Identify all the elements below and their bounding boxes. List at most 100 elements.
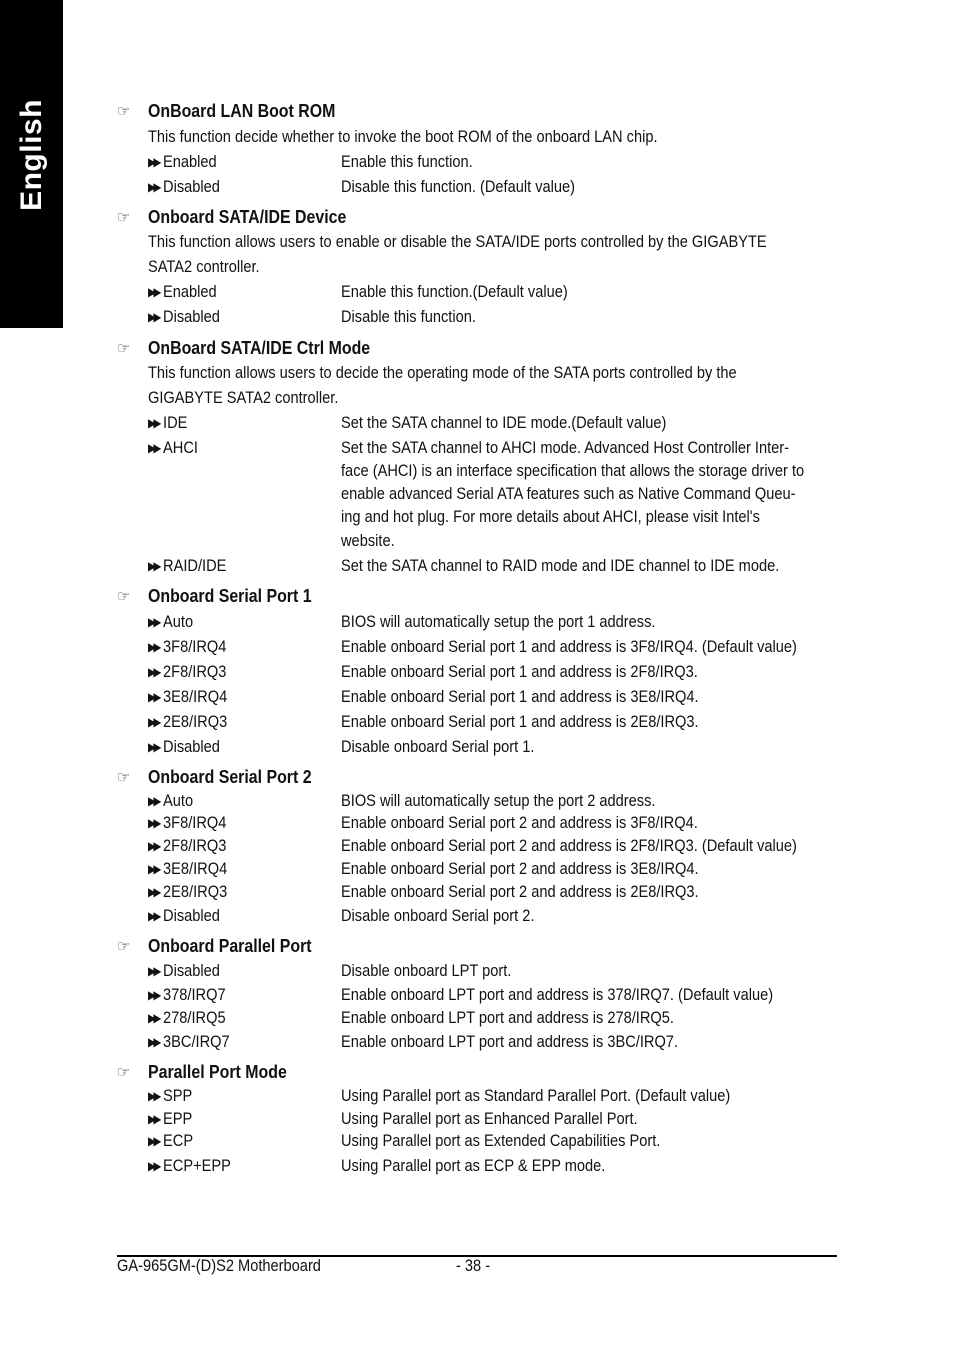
option-name: Enabled xyxy=(163,152,217,171)
option-description: Enable onboard Serial port 1 and address… xyxy=(341,662,698,681)
double-arrow-icon: ▶▶ xyxy=(148,1112,161,1126)
option-name: RAID/IDE xyxy=(163,556,227,575)
option-item: ▶▶ Enabled xyxy=(148,152,217,172)
option-description: Using Parallel port as Extended Capabili… xyxy=(341,1131,661,1150)
option-description: Using Parallel port as Standard Parallel… xyxy=(341,1086,731,1105)
option-name: SPP xyxy=(163,1086,193,1105)
section-description: SATA2 controller. xyxy=(148,257,260,276)
option-item: ▶▶ 2F8/IRQ3 xyxy=(148,662,226,682)
section-title: OnBoard LAN Boot ROM xyxy=(148,100,336,121)
pointing-hand-icon: ☞ xyxy=(117,103,131,120)
double-arrow-icon: ▶▶ xyxy=(148,839,161,853)
option-item: ▶▶ Disabled xyxy=(148,177,220,197)
option-description: website. xyxy=(341,531,395,550)
option-item: ▶▶ Disabled xyxy=(148,737,220,757)
option-name: Enabled xyxy=(163,282,217,301)
option-item: ▶▶ 3BC/IRQ7 xyxy=(148,1032,230,1052)
option-item: ▶▶ 278/IRQ5 xyxy=(148,1008,226,1028)
option-name: Disabled xyxy=(163,737,220,756)
option-description: Disable onboard Serial port 2. xyxy=(341,906,535,925)
option-item: ▶▶ Disabled xyxy=(148,961,220,981)
option-description: ing and hot plug. For more details about… xyxy=(341,507,760,526)
option-name: 378/IRQ7 xyxy=(163,985,226,1004)
option-description: Enable this function.(Default value) xyxy=(341,282,568,301)
option-name: AHCI xyxy=(163,438,198,457)
double-arrow-icon: ▶▶ xyxy=(148,909,161,923)
option-description: Enable onboard Serial port 1 and address… xyxy=(341,687,699,706)
double-arrow-icon: ▶▶ xyxy=(148,1089,161,1103)
option-name: Auto xyxy=(163,791,194,810)
double-arrow-icon: ▶▶ xyxy=(148,715,161,729)
double-arrow-icon: ▶▶ xyxy=(148,1011,161,1025)
double-arrow-icon: ▶▶ xyxy=(148,441,161,455)
option-item: ▶▶ Auto xyxy=(148,791,193,811)
option-description: Set the SATA channel to IDE mode.(Defaul… xyxy=(341,413,667,432)
option-description: Enable this function. xyxy=(341,152,473,171)
section-title: Parallel Port Mode xyxy=(148,1061,287,1082)
double-arrow-icon: ▶▶ xyxy=(148,285,161,299)
section-title: OnBoard SATA/IDE Ctrl Mode xyxy=(148,337,371,358)
pointing-hand-icon: ☞ xyxy=(117,340,131,357)
double-arrow-icon: ▶▶ xyxy=(148,1134,161,1148)
double-arrow-icon: ▶▶ xyxy=(148,964,161,978)
double-arrow-icon: ▶▶ xyxy=(148,1035,161,1049)
pointing-hand-icon: ☞ xyxy=(117,938,131,955)
option-description: Enable onboard LPT port and address is 3… xyxy=(341,985,774,1004)
option-description: enable advanced Serial ATA features such… xyxy=(341,484,796,503)
section-description: This function allows users to enable or … xyxy=(148,232,767,251)
option-name: Auto xyxy=(163,612,194,631)
pointing-hand-icon: ☞ xyxy=(117,588,131,605)
option-item: ▶▶ ECP xyxy=(148,1131,193,1151)
option-description: Enable onboard Serial port 1 and address… xyxy=(341,637,797,656)
option-description: Disable onboard LPT port. xyxy=(341,961,512,980)
option-item: ▶▶ ECP+EPP xyxy=(148,1156,231,1176)
option-name: 3F8/IRQ4 xyxy=(163,813,227,832)
option-name: 2E8/IRQ3 xyxy=(163,882,228,901)
option-name: 278/IRQ5 xyxy=(163,1008,226,1027)
double-arrow-icon: ▶▶ xyxy=(148,690,161,704)
option-name: Disabled xyxy=(163,961,220,980)
option-name: 2F8/IRQ3 xyxy=(163,836,227,855)
option-description: Disable this function. xyxy=(341,307,476,326)
option-name: ECP xyxy=(163,1131,194,1150)
pointing-hand-icon: ☞ xyxy=(117,209,131,226)
option-item: ▶▶ Auto xyxy=(148,612,193,632)
option-description: Using Parallel port as ECP & EPP mode. xyxy=(341,1156,606,1175)
section-description: GIGABYTE SATA2 controller. xyxy=(148,388,339,407)
option-name: 3E8/IRQ4 xyxy=(163,859,228,878)
double-arrow-icon: ▶▶ xyxy=(148,816,161,830)
option-description: Enable onboard Serial port 2 and address… xyxy=(341,859,699,878)
option-item: ▶▶ SPP xyxy=(148,1086,192,1106)
section-description: This function allows users to decide the… xyxy=(148,363,737,382)
option-description: Set the SATA channel to RAID mode and ID… xyxy=(341,556,780,575)
language-label: English xyxy=(14,99,48,211)
option-item: ▶▶ 3E8/IRQ4 xyxy=(148,859,227,879)
option-item: ▶▶ Disabled xyxy=(148,906,220,926)
option-name: IDE xyxy=(163,413,188,432)
double-arrow-icon: ▶▶ xyxy=(148,180,161,194)
page-number: - 38 - xyxy=(456,1256,491,1275)
option-name: ECP+EPP xyxy=(163,1156,231,1175)
double-arrow-icon: ▶▶ xyxy=(148,155,161,169)
option-description: Enable onboard Serial port 1 and address… xyxy=(341,712,699,731)
option-item: ▶▶ 2E8/IRQ3 xyxy=(148,712,227,732)
pointing-hand-icon: ☞ xyxy=(117,769,131,786)
double-arrow-icon: ▶▶ xyxy=(148,740,161,754)
double-arrow-icon: ▶▶ xyxy=(148,640,161,654)
option-item: ▶▶ 2E8/IRQ3 xyxy=(148,882,227,902)
pointing-hand-icon: ☞ xyxy=(117,1064,131,1081)
option-name: 2E8/IRQ3 xyxy=(163,712,228,731)
option-name: Disabled xyxy=(163,177,220,196)
option-description: Disable onboard Serial port 1. xyxy=(341,737,535,756)
option-description: face (AHCI) is an interface specificatio… xyxy=(341,461,805,480)
footer-model: GA-965GM-(D)S2 Motherboard xyxy=(117,1256,321,1275)
option-description: Enable onboard Serial port 2 and address… xyxy=(341,882,699,901)
option-name: Disabled xyxy=(163,307,220,326)
option-item: ▶▶ AHCI xyxy=(148,438,198,458)
option-description: Set the SATA channel to AHCI mode. Advan… xyxy=(341,438,790,457)
option-item: ▶▶ 3E8/IRQ4 xyxy=(148,687,227,707)
option-description: Enable onboard LPT port and address is 3… xyxy=(341,1032,679,1051)
option-description: Enable onboard Serial port 2 and address… xyxy=(341,836,797,855)
option-name: 3E8/IRQ4 xyxy=(163,687,228,706)
option-description: BIOS will automatically setup the port 2… xyxy=(341,791,656,810)
